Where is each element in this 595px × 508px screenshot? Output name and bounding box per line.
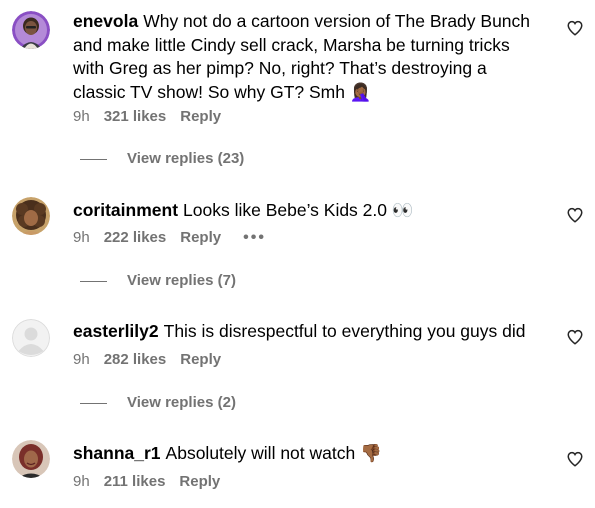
comment-time: 9h [73,108,90,125]
view-replies-button[interactable]: View replies (23) [80,149,244,169]
more-options-icon[interactable]: ••• [243,228,266,248]
comment-username[interactable]: coritainment [73,200,178,220]
view-replies-button[interactable]: View replies (7) [80,271,236,291]
avatar[interactable] [12,440,50,478]
comment-text: Why not do a cartoon version of The Brad… [73,11,531,102]
comment-username[interactable]: easterlily2 [73,321,159,341]
heart-outline-icon[interactable] [566,450,584,468]
likes-count-button[interactable]: 211 likes [104,472,166,492]
comment-body: easterlily2 This is disrespectful to ever… [73,320,543,344]
likes-count-button[interactable]: 222 likes [104,228,167,248]
comment-meta: 9h 222 likes Reply ••• [73,228,266,248]
view-replies-label: View replies (7) [127,272,236,289]
avatar[interactable] [12,197,50,235]
view-replies-label: View replies (2) [127,394,236,411]
comment-text: Absolutely will not watch 👎🏾 [165,443,382,463]
reply-button[interactable]: Reply [179,472,220,492]
comment-meta: 9h 282 likes Reply [73,350,221,370]
heart-outline-icon[interactable] [566,328,584,346]
comment-text: Looks like Bebe’s Kids 2.0 👀 [183,200,414,220]
comment-text: This is disrespectful to everything you … [163,321,526,341]
comment-time: 9h [73,351,90,368]
view-replies-button[interactable]: View replies (2) [80,393,236,413]
comment-body: shanna_r1 Absolutely will not watch 👎🏾 [73,442,543,466]
reply-button[interactable]: Reply [180,350,221,370]
comment-time: 9h [73,229,90,246]
divider-line [80,280,107,282]
comment-username[interactable]: shanna_r1 [73,443,161,463]
comment-username[interactable]: enevola [73,11,138,31]
likes-count-button[interactable]: 282 likes [104,350,167,370]
heart-outline-icon[interactable] [566,206,584,224]
likes-count-button[interactable]: 321 likes [104,107,167,127]
reply-button[interactable]: Reply [180,228,221,248]
avatar[interactable] [12,11,50,49]
heart-outline-icon[interactable] [566,19,584,37]
avatar[interactable] [12,319,50,357]
comment-body: enevola Why not do a cartoon version of T… [73,10,543,104]
comment-meta: 9h 211 likes Reply [73,472,220,492]
comment-meta: 9h 321 likes Reply [73,107,221,127]
reply-button[interactable]: Reply [180,107,221,127]
comment-time: 9h [73,473,90,490]
comment-body: coritainment Looks like Bebe’s Kids 2.0 👀 [73,199,543,223]
view-replies-label: View replies (23) [127,150,245,167]
divider-line [80,158,107,160]
divider-line [80,402,107,404]
